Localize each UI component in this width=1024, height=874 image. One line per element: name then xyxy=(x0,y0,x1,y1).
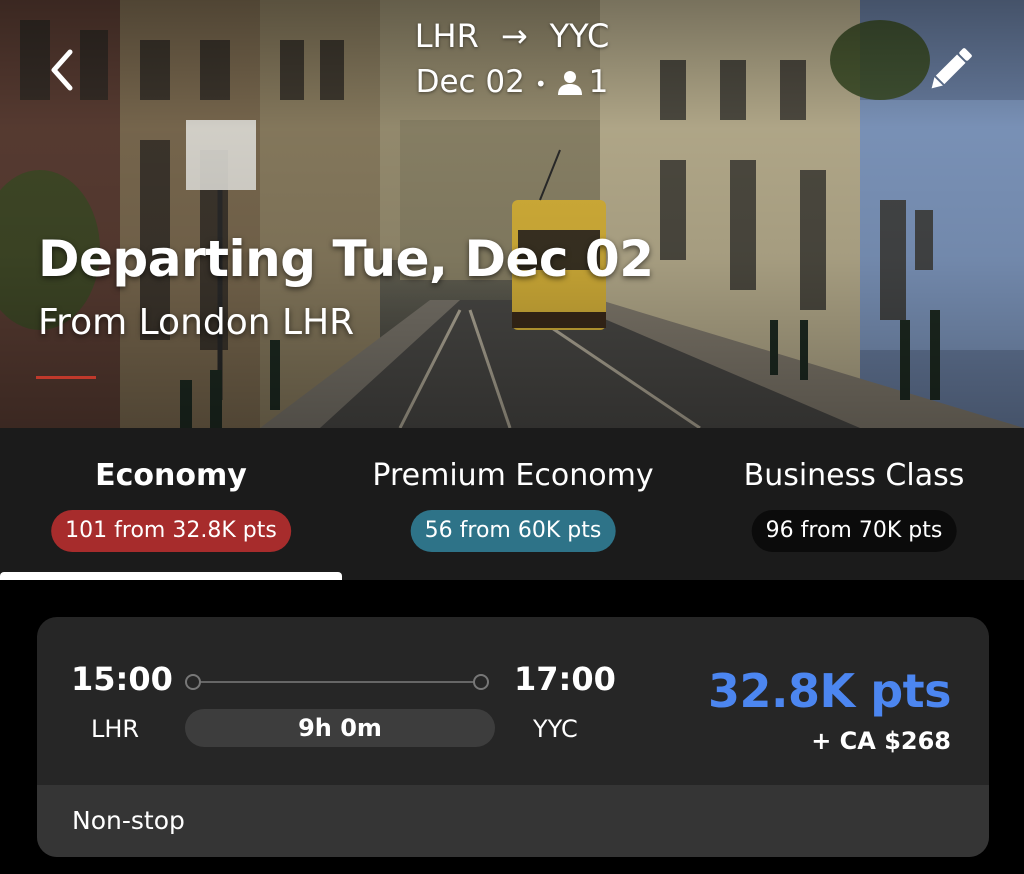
stops-label: Non-stop xyxy=(72,806,185,835)
edit-search-button[interactable] xyxy=(922,42,978,98)
trip-date: Dec 02 xyxy=(415,64,525,100)
flight-track xyxy=(185,674,489,690)
passenger-count: 1 xyxy=(588,64,609,100)
departure-airport: LHR xyxy=(91,715,140,743)
tab-label: Business Class xyxy=(743,458,965,493)
hero-banner: LHR → YYC Dec 02 • 1 Departing Tue, Dec 02 F… xyxy=(0,0,1024,428)
trip-summary: Dec 02 • 1 xyxy=(0,62,1024,105)
active-tab-indicator xyxy=(0,572,342,580)
tab-premium-economy[interactable]: Premium Economy 56 from 60K pts xyxy=(342,428,684,580)
route-header: LHR → YYC xyxy=(0,16,1024,56)
availability-badge: 101 from 32.8K pts xyxy=(51,510,291,552)
arrival-time: 17:00 xyxy=(514,660,616,698)
departure-title: Departing Tue, Dec 02 xyxy=(38,230,654,288)
accent-underline xyxy=(36,376,96,379)
pencil-icon xyxy=(931,48,972,89)
separator-dot: • xyxy=(534,71,547,96)
availability-badge: 96 from 70K pts xyxy=(751,510,957,552)
tab-business-class[interactable]: Business Class 96 from 70K pts xyxy=(684,428,1024,580)
flight-duration: 9h 0m xyxy=(185,709,495,747)
tab-label: Economy xyxy=(95,458,247,493)
arrow-right-icon: → xyxy=(500,17,528,55)
departure-time: 15:00 xyxy=(71,660,173,698)
availability-badge: 56 from 60K pts xyxy=(410,510,616,552)
card-footer: Non-stop xyxy=(37,785,989,857)
origin-code: LHR xyxy=(414,17,479,55)
departure-subtitle: From London LHR xyxy=(38,302,355,343)
track-line xyxy=(193,681,481,683)
destination-code: YYC xyxy=(549,17,610,55)
cash-price: + CA $268 xyxy=(811,727,951,755)
cabin-tabs: Economy 101 from 32.8K pts Premium Econo… xyxy=(0,428,1024,580)
tab-label: Premium Economy xyxy=(372,458,654,493)
tab-economy[interactable]: Economy 101 from 32.8K pts xyxy=(0,428,342,580)
flight-result-card[interactable]: 15:00 LHR 9h 0m 17:00 YYC 32.8K pts + CA… xyxy=(37,617,989,857)
arrival-airport: YYC xyxy=(533,715,578,743)
points-price: 32.8K pts xyxy=(708,664,951,718)
person-icon xyxy=(557,65,583,105)
origin-node xyxy=(185,674,201,690)
destination-node xyxy=(473,674,489,690)
